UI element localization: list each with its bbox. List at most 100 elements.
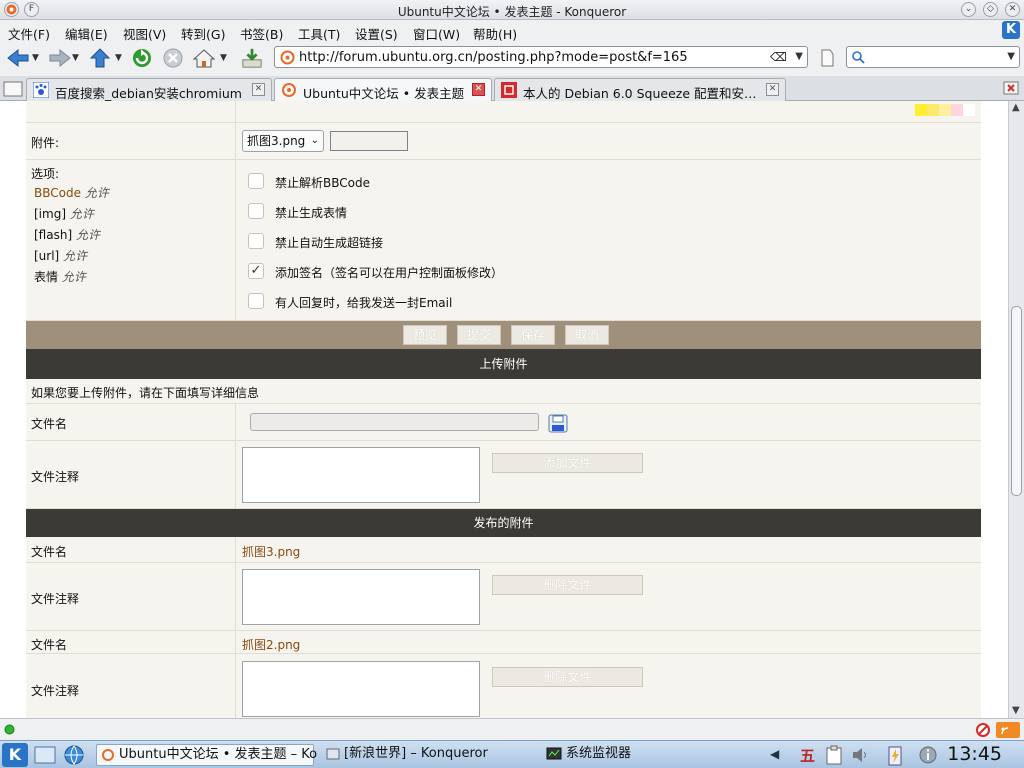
minimize-icon[interactable]: ⌄ bbox=[961, 2, 976, 17]
taskbar-item-konqueror-forum[interactable]: Ubuntu中文论坛 • 发表主题 – Ko bbox=[96, 744, 317, 766]
checkbox-disable-magic-url[interactable] bbox=[248, 233, 264, 249]
browse-file-icon[interactable] bbox=[548, 414, 568, 433]
maximize-icon[interactable]: ◇ bbox=[983, 2, 998, 17]
comment-label: 文件注释 bbox=[31, 684, 80, 698]
comment-label: 文件注释 bbox=[31, 470, 80, 484]
browser-launcher-icon[interactable] bbox=[62, 744, 86, 766]
scroll-thumb[interactable] bbox=[1011, 306, 1022, 496]
clipboard-icon[interactable] bbox=[824, 745, 844, 765]
status-bar bbox=[0, 718, 1024, 740]
color-palette[interactable] bbox=[915, 104, 975, 116]
menu-tools[interactable]: 工具(T) bbox=[298, 24, 340, 43]
taskbar-item-system-monitor[interactable]: 系统监视器 bbox=[544, 744, 724, 766]
site-favicon-icon bbox=[280, 50, 295, 65]
file-path-input[interactable] bbox=[250, 413, 539, 431]
scroll-down-icon[interactable]: ▼ bbox=[1012, 705, 1020, 716]
tab-debian-config[interactable]: 本人的 Debian 6.0 Squeeze 配置和安… ✕ bbox=[494, 78, 786, 101]
tab-baidu[interactable]: 百度搜索_debian安装chromium ✕ bbox=[26, 78, 272, 101]
menubar: 文件(F) 编辑(E) 视图(V) 转到(G) 书签(B) 工具(T) 设置(S… bbox=[0, 20, 1024, 42]
reload-icon[interactable] bbox=[130, 47, 154, 69]
show-desktop-icon[interactable] bbox=[34, 745, 56, 765]
up-icon[interactable] bbox=[88, 47, 112, 69]
menu-settings[interactable]: 设置(S) bbox=[355, 24, 398, 43]
save-button[interactable]: 保存 bbox=[511, 325, 555, 345]
popup-blocked-icon[interactable] bbox=[975, 722, 991, 738]
rss-feed-icon[interactable] bbox=[996, 722, 1020, 738]
scroll-up-icon[interactable]: ▲ bbox=[1012, 102, 1020, 113]
checkbox-disable-bbcode[interactable] bbox=[248, 173, 264, 189]
checkbox-disable-smilies[interactable] bbox=[248, 203, 264, 219]
menu-go[interactable]: 转到(G) bbox=[181, 24, 225, 43]
attachment-select[interactable]: 抓图3.png ⌄ bbox=[242, 130, 324, 152]
bbcode-link[interactable]: BBCode bbox=[34, 186, 81, 200]
volume-icon[interactable] bbox=[850, 745, 870, 765]
info-icon[interactable] bbox=[918, 745, 938, 765]
vertical-scrollbar[interactable]: ▲ ▼ bbox=[1008, 101, 1024, 718]
search-dropdown-icon[interactable]: ▼ bbox=[1007, 51, 1015, 62]
clear-location-icon[interactable] bbox=[818, 48, 836, 68]
window-titlebar[interactable]: F Ubuntu中文论坛 • 发表主题 - Konqueror ⌄ ◇ ✕ bbox=[0, 0, 1024, 20]
posted-comment-textarea[interactable] bbox=[242, 661, 480, 717]
posted-file-link[interactable]: 抓图2.png bbox=[242, 636, 300, 653]
delete-file-button[interactable]: 删除文件 bbox=[492, 575, 643, 595]
ubuntu-icon bbox=[282, 83, 296, 97]
install-icon[interactable] bbox=[239, 47, 265, 69]
checkbox-label: 禁止生成表情 bbox=[275, 206, 348, 220]
back-icon[interactable] bbox=[6, 47, 32, 69]
search-engine-icon[interactable] bbox=[851, 50, 867, 65]
checkbox-label: 有人回复时，给我发送一封Email bbox=[275, 296, 453, 310]
attachment-insert-button[interactable] bbox=[330, 131, 408, 151]
posted-filename-row: 文件名 抓图2.png bbox=[26, 631, 981, 654]
home-icon[interactable] bbox=[192, 47, 216, 69]
taskbar-item-konqueror-sina[interactable]: [新浪世界] – Konqueror bbox=[322, 744, 534, 766]
attachment-select-value: 抓图3.png bbox=[247, 134, 306, 148]
taskbar-item-label: [新浪世界] – Konqueror bbox=[344, 746, 488, 761]
posted-comment-textarea[interactable] bbox=[242, 569, 480, 625]
upload-filename-row: 文件名 bbox=[26, 404, 981, 441]
delete-file-button[interactable]: 删除文件 bbox=[492, 667, 643, 687]
tab-close-icon[interactable]: ✕ bbox=[766, 83, 779, 96]
home-dropdown-icon[interactable]: ▼ bbox=[220, 53, 227, 75]
clock[interactable]: 13:45 bbox=[947, 743, 1002, 765]
upload-comment-textarea[interactable] bbox=[242, 447, 480, 503]
url-history-dropdown-icon[interactable]: ▼ bbox=[795, 51, 803, 62]
url-bar[interactable]: http://forum.ubuntu.org.cn/posting.php?m… bbox=[274, 46, 808, 68]
tray-collapse-icon[interactable]: ◀ bbox=[770, 747, 779, 761]
menu-help[interactable]: 帮助(H) bbox=[473, 24, 517, 43]
close-icon[interactable]: ✕ bbox=[1005, 2, 1020, 17]
upload-hint: 如果您要上传附件，请在下面填写详细信息 bbox=[31, 386, 260, 400]
add-file-button[interactable]: 添加文件 bbox=[492, 453, 643, 473]
checkbox-attach-signature[interactable]: ✓ bbox=[248, 263, 264, 279]
input-method-indicator[interactable]: 五 bbox=[800, 745, 815, 766]
close-tab-icon[interactable] bbox=[1002, 79, 1020, 97]
clear-url-icon[interactable]: ⌫ bbox=[770, 50, 787, 64]
url-text[interactable]: http://forum.ubuntu.org.cn/posting.php?m… bbox=[299, 50, 688, 65]
menu-view[interactable]: 视图(V) bbox=[123, 24, 166, 43]
power-icon[interactable] bbox=[885, 744, 905, 766]
attachment-label: 附件: bbox=[31, 136, 60, 150]
posted-comment-row: 文件注释 删除文件 bbox=[26, 563, 981, 631]
back-dropdown-icon[interactable]: ▼ bbox=[32, 53, 39, 75]
preview-button[interactable]: 预览 bbox=[403, 325, 447, 345]
tab-close-icon[interactable]: ✕ bbox=[472, 83, 485, 96]
submit-button[interactable]: 提交 bbox=[457, 325, 501, 345]
forward-dropdown-icon[interactable]: ▼ bbox=[72, 53, 79, 75]
checkbox-notify-email[interactable] bbox=[248, 293, 264, 309]
window-title: Ubuntu中文论坛 • 发表主题 - Konqueror bbox=[397, 5, 627, 19]
posted-file-link[interactable]: 抓图3.png bbox=[242, 543, 300, 560]
up-dropdown-icon[interactable]: ▼ bbox=[115, 53, 122, 75]
forward-icon[interactable] bbox=[46, 47, 72, 69]
menu-edit[interactable]: 编辑(E) bbox=[65, 24, 108, 43]
menu-file[interactable]: 文件(F) bbox=[8, 24, 50, 43]
tab-ubuntu-forum[interactable]: Ubuntu中文论坛 • 发表主题 ✕ bbox=[274, 78, 492, 101]
tab-close-icon[interactable]: ✕ bbox=[252, 83, 265, 96]
search-bar[interactable]: ▼ bbox=[846, 46, 1020, 68]
comment-label: 文件注释 bbox=[31, 592, 80, 606]
stop-icon[interactable] bbox=[162, 47, 184, 69]
options-label: 选项: bbox=[31, 167, 60, 181]
kde-menu-icon[interactable]: K bbox=[2, 743, 28, 767]
menu-window[interactable]: 窗口(W) bbox=[413, 24, 460, 43]
menu-bookmarks[interactable]: 书签(B) bbox=[240, 24, 283, 43]
new-tab-icon[interactable] bbox=[3, 79, 23, 98]
cancel-button[interactable]: 取消 bbox=[565, 325, 609, 345]
